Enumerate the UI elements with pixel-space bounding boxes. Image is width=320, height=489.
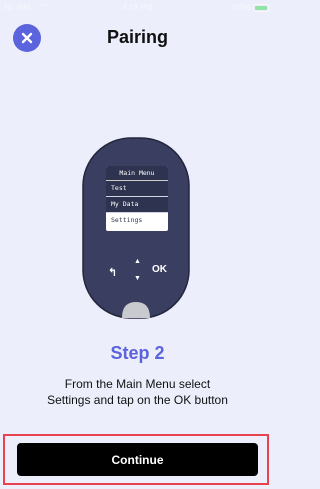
step-heading: Step 2	[110, 343, 165, 363]
step-instruction: From the Main Menu select Settings and t…	[0, 376, 275, 408]
screen-menu-title: Main Menu	[106, 166, 168, 181]
device-screen: Main Menu Test My Data Settings	[106, 166, 168, 231]
screen-item-test: Test	[106, 181, 168, 197]
device-ok-label: OK	[152, 264, 167, 275]
meter-device-illustration: Main Menu Test My Data Settings ↰ ▲ ▼ OK	[82, 137, 190, 319]
battery-percentage: 100%	[230, 3, 251, 12]
back-arrow-icon: ↰	[108, 267, 118, 279]
instruction-line-1: From the Main Menu select	[64, 377, 211, 391]
battery-icon	[253, 4, 269, 12]
instruction-line-2: Settings and tap on the OK button	[47, 393, 228, 407]
screen-item-my-data: My Data	[106, 197, 168, 213]
status-bar: No SIM ◠ 4:18 PM 100%	[0, 0, 275, 16]
screen-item-settings: Settings	[106, 213, 168, 228]
down-arrow-icon: ▼	[134, 275, 141, 282]
continue-button[interactable]: Continue	[17, 443, 258, 476]
page-title: Pairing	[106, 27, 168, 47]
up-arrow-icon: ▲	[134, 258, 141, 265]
